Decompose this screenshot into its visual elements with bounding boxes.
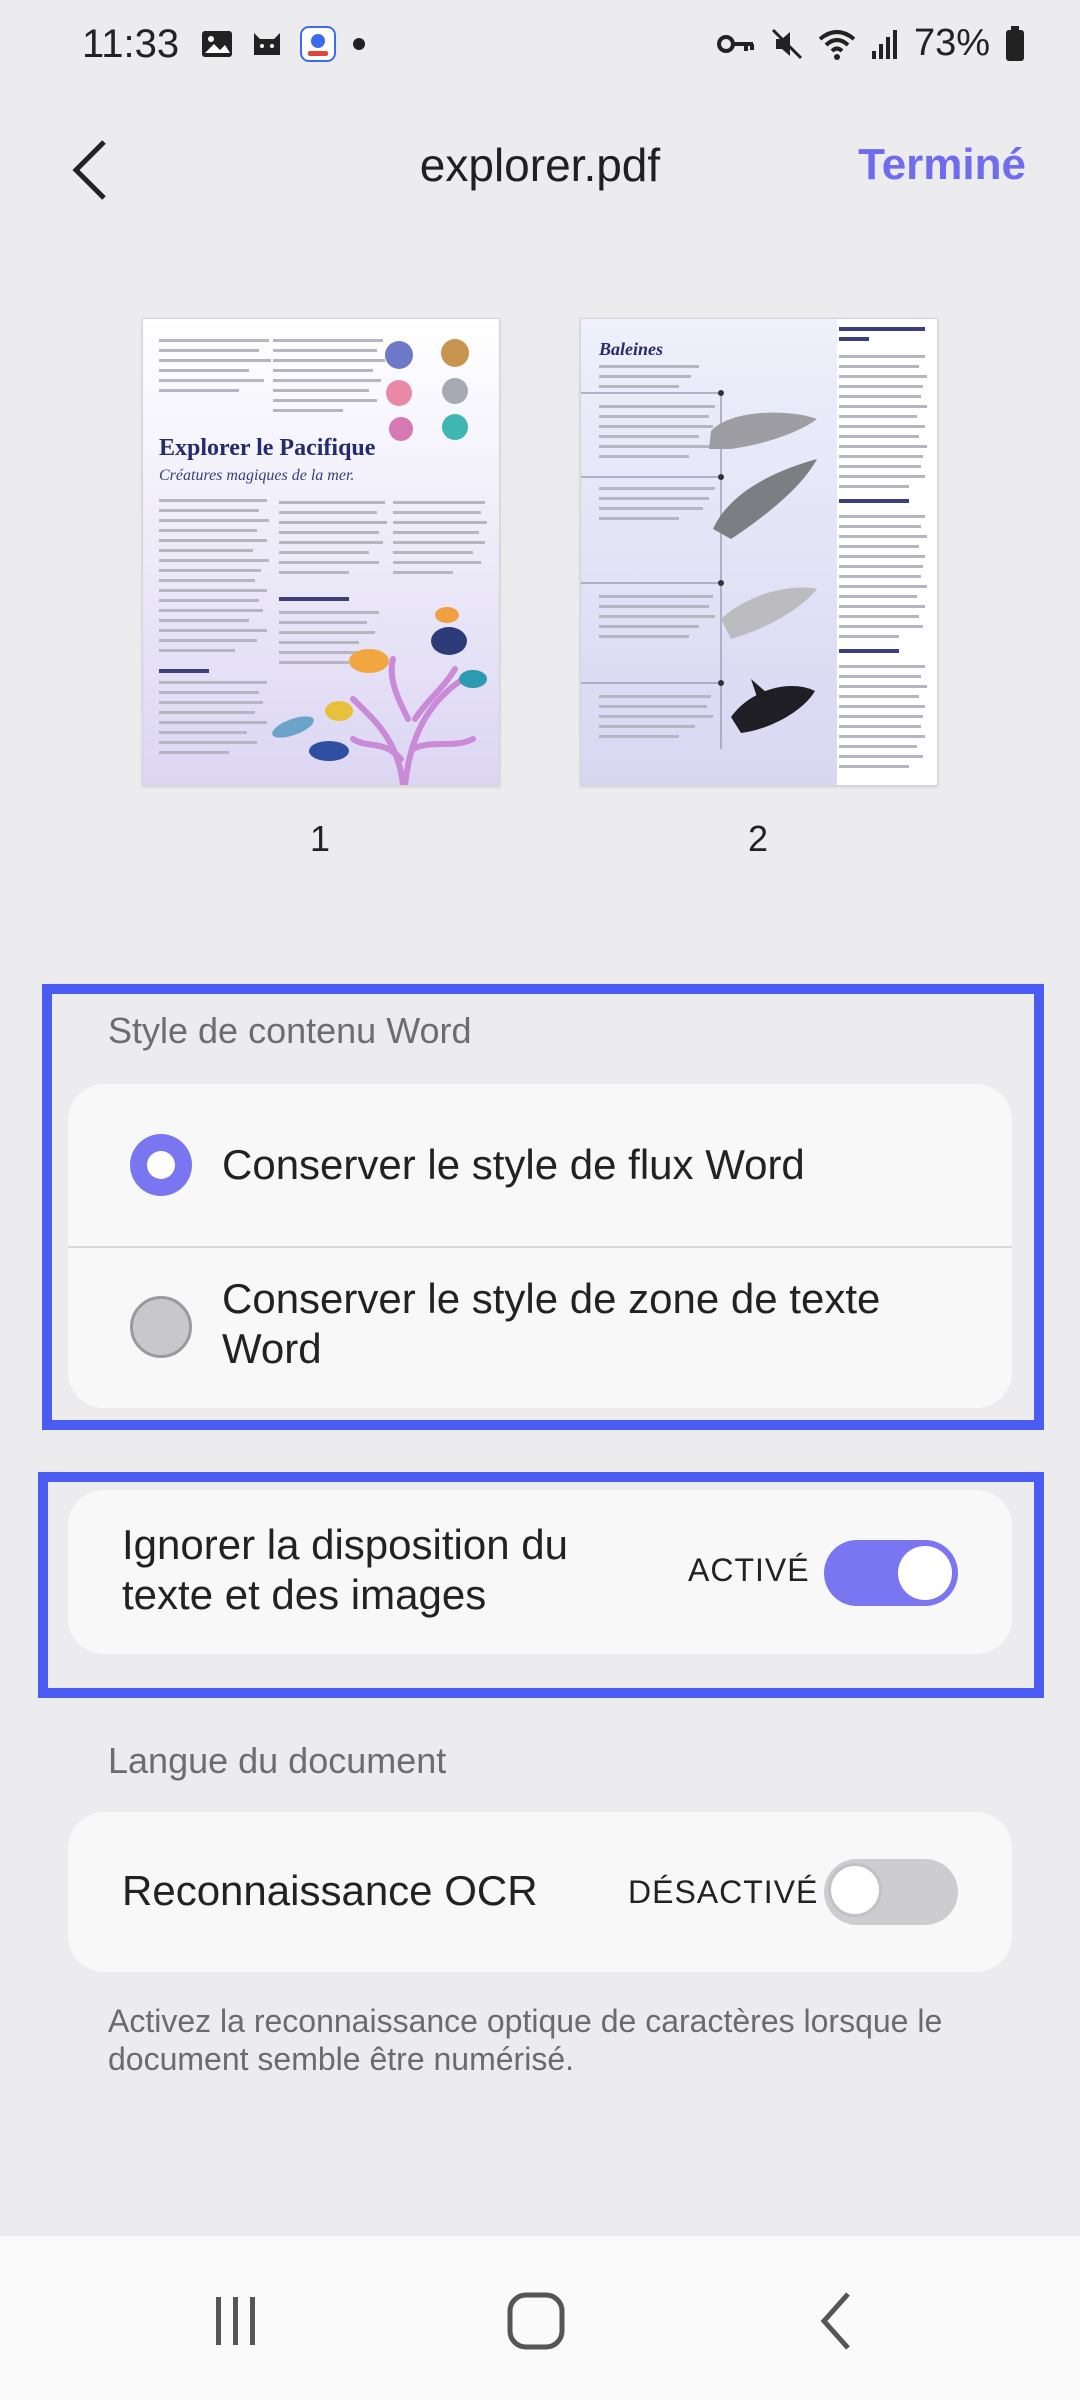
page-1-subtitle: Créatures magiques de la mer. [159, 467, 355, 484]
image-icon [202, 31, 232, 57]
content-style-label: Style de contenu Word [108, 1010, 472, 1051]
ocr-label: Reconnaissance OCR [122, 1867, 538, 1914]
radio-selected-icon[interactable] [130, 1134, 192, 1196]
document-language-label: Langue du document [108, 1740, 447, 1781]
wifi-icon [818, 29, 856, 60]
cat-icon [254, 33, 280, 55]
ignore-layout-label: Ignorer la disposition du texte et des i… [122, 1521, 568, 1618]
page-number-2: 2 [747, 818, 769, 859]
page-1-title: Explorer le Pacifique [159, 435, 376, 461]
recent-apps-button[interactable] [176, 2276, 296, 2366]
ocr-toggle[interactable] [824, 1859, 958, 1925]
page-thumbnail-2[interactable]: Baleines [580, 318, 938, 786]
status-time: 11:33 [82, 22, 180, 66]
home-icon [507, 2292, 565, 2350]
content-style-card: Conserver le style de flux Word Conserve… [68, 1084, 1012, 1408]
home-button[interactable] [476, 2276, 596, 2366]
option-flow-style-label: Conserver le style de flux Word [222, 1141, 805, 1188]
system-nav-bar [0, 2236, 1080, 2400]
page-number-1: 1 [309, 818, 331, 859]
ocr-state: DÉSACTIVÉ [628, 1874, 819, 1910]
ocr-help-text: Activez la reconnaissance optique de car… [108, 2003, 943, 2077]
page-thumbnail-1[interactable]: Explorer le Pacifique Créatures magiques… [142, 318, 500, 786]
key-icon [716, 34, 754, 53]
battery-icon [1006, 25, 1024, 61]
mute-icon [771, 28, 802, 59]
signal-icon [871, 29, 897, 59]
app-badge-icon [300, 26, 336, 62]
top-app-bar: explorer.pdf Terminé [0, 110, 1080, 230]
page-2-title: Baleines [599, 339, 664, 359]
nav-back-button[interactable] [776, 2276, 896, 2366]
option-textbox-style-label: Conserver le style de zone de texte Word [222, 1275, 881, 1372]
recent-apps-icon [216, 2297, 255, 2345]
option-flow-style[interactable]: Conserver le style de flux Word [68, 1084, 1012, 1246]
ignore-layout-state: ACTIVÉ [688, 1552, 810, 1588]
ignore-layout-card[interactable]: Ignorer la disposition du texte et des i… [68, 1490, 1012, 1654]
page-2-artwork [581, 319, 937, 785]
ignore-layout-toggle[interactable] [824, 1540, 958, 1606]
done-button[interactable]: Terminé [858, 140, 1026, 190]
page-1-artwork [143, 319, 499, 785]
battery-percent: 73% [913, 22, 990, 64]
ocr-card[interactable]: Reconnaissance OCR DÉSACTIVÉ [68, 1812, 1012, 1972]
option-textbox-style[interactable]: Conserver le style de zone de texte Word [68, 1248, 1012, 1408]
status-bar: 11:33 73% [0, 0, 1080, 92]
back-icon [820, 2292, 850, 2350]
dot-icon [353, 38, 365, 50]
radio-unselected-icon[interactable] [130, 1296, 192, 1358]
